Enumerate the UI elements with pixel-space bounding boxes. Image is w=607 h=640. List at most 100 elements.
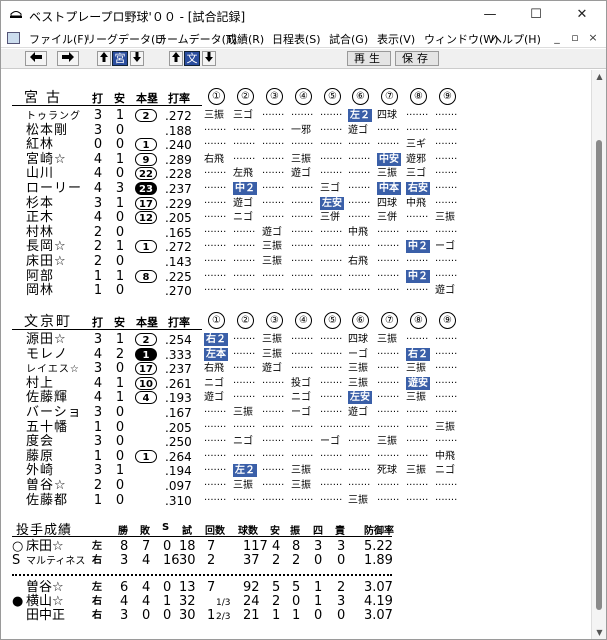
batter-ab: 3 bbox=[93, 108, 103, 123]
batter-row[interactable]: 五十幡 1 0 .205 ······· ······· ······· ······· ···… bbox=[2, 419, 591, 435]
dots-filler: ······· bbox=[204, 226, 227, 238]
inning-4-result: 投ゴ bbox=[291, 377, 311, 389]
dots-filler: ······· bbox=[320, 392, 343, 404]
batter-row[interactable]: 山川 4 0 22 .228 ······· 左飛 ······· 遊ゴ ······· ·····… bbox=[2, 166, 591, 182]
menu-schedule[interactable]: 日程表(S) bbox=[272, 31, 321, 47]
dots-filler: ······· bbox=[406, 256, 429, 267]
batter-hr-badge: 8 bbox=[135, 269, 157, 283]
pitcher-w: 6 bbox=[120, 580, 129, 595]
pitcher-row[interactable]: ● 横山☆ 右 4 4 1 32 24 2 0 1 3 4.19 1/3 bbox=[2, 595, 591, 609]
dots-filler: ······· bbox=[291, 197, 314, 209]
dots-filler: ······· bbox=[348, 465, 371, 477]
divider-dotted bbox=[12, 574, 392, 576]
batter-row[interactable]: レイエス☆ 3 0 17.237 右飛 ······· 遊ゴ ······· ······· 三振… bbox=[2, 362, 591, 377]
menu-help[interactable]: ヘルプ(H) bbox=[491, 31, 541, 47]
batter-row[interactable]: 村林 2 0 .165 ······· ······· 遊ゴ ······· ······· 中飛… bbox=[2, 225, 591, 240]
dots-filler: ······· bbox=[320, 270, 343, 282]
mdi-minimize-button[interactable]: _ bbox=[549, 30, 565, 46]
batter-name: 五十幡 bbox=[26, 419, 69, 435]
batter-name: 阿部 bbox=[26, 268, 55, 284]
menu-league-data[interactable]: リーグデータ(L) bbox=[85, 31, 166, 47]
pitcher-l: 4 bbox=[142, 553, 151, 568]
mdi-close-button[interactable]: × bbox=[585, 30, 601, 46]
replay-button[interactable]: 再生 bbox=[347, 51, 391, 66]
scroll-down-icon[interactable]: ▼ bbox=[595, 628, 604, 637]
batter-row[interactable]: 源田☆ 3 1 2.254 右２ ······· 三振 ······· ······· 四球 三振 ·… bbox=[2, 333, 591, 348]
batter-row[interactable]: 床田☆ 2 0 .143 ······· ······· 三振 ······· ······· 右… bbox=[2, 255, 591, 270]
inning-6-result: 四球 bbox=[348, 334, 368, 345]
batter-row[interactable]: ローリー 4 3 23 .237 ······· 中２ ······· ······· 三ゴ ···… bbox=[2, 182, 591, 197]
menu-team-data[interactable]: チームデータ(T) bbox=[156, 31, 237, 47]
batter-row[interactable]: 松本剛 3 0 .188 ······· ······· ······· 一邪 ······· 遊… bbox=[2, 123, 591, 138]
inning-7-result: 三併 bbox=[377, 212, 397, 224]
menu-window[interactable]: ウィンドウ(W) bbox=[424, 31, 498, 47]
batter-row[interactable]: 村上 4 1 10 .261 ニゴ ······· ······· 投ゴ ······· 三振 ···… bbox=[2, 376, 591, 391]
batter-row[interactable]: 長岡☆ 2 1 1.272 ······· ······· 三振 ······· ·······… bbox=[2, 240, 591, 255]
menu-file[interactable]: ファイル(F) bbox=[29, 31, 88, 47]
inning-4-result: ーゴ bbox=[291, 407, 311, 418]
dots-filler: ······· bbox=[348, 285, 371, 297]
batter-row[interactable]: 佐藤都 1 0 .310 ······· ······· ······· ······· ···… bbox=[2, 492, 591, 508]
batter-row[interactable]: 度会 3 0 .250 ······· ニゴ ······· ······· ーゴ ·······… bbox=[2, 435, 591, 450]
batter-row[interactable]: 藤原 1 0 1 .264 ······· ······· ······· ······· ···… bbox=[2, 449, 591, 464]
divider bbox=[12, 329, 202, 330]
close-button[interactable]: ✕ bbox=[559, 1, 605, 29]
maximize-button[interactable]: ☐ bbox=[513, 1, 559, 29]
scroll-thumb[interactable] bbox=[596, 140, 602, 610]
team1-up-button[interactable] bbox=[97, 51, 111, 66]
mdi-restore-button[interactable]: ▫ bbox=[567, 30, 583, 46]
pitcher-g: 18 bbox=[179, 539, 196, 554]
batter-name: バーショ bbox=[26, 405, 82, 420]
right-arrow-icon bbox=[62, 52, 74, 62]
inning-8-result: 中２ bbox=[406, 269, 430, 283]
prev-game-button[interactable] bbox=[25, 51, 47, 66]
menu-game[interactable]: 試合(G) bbox=[329, 31, 368, 47]
team2-toggle[interactable]: 文 bbox=[184, 51, 200, 66]
inning-9-header: ⑨ bbox=[439, 312, 456, 329]
dots-filler: ······· bbox=[377, 450, 400, 462]
pitcher-row[interactable]: S マルティネス右 3 4 16 30 2 37 2 2 0 0 1.89 bbox=[2, 554, 591, 568]
batter-ab: 4 bbox=[93, 390, 103, 406]
batter-row[interactable]: 紅林 0 0 1.240 ······· ······· ······· ······· ···… bbox=[2, 138, 591, 153]
batter-row[interactable]: 外崎 3 1 .194 ······· 左２ ······· 三振 ······· ·······… bbox=[2, 464, 591, 479]
inning-7-header: ⑦ bbox=[381, 312, 398, 329]
batter-row[interactable]: 曽谷☆ 2 0 .097 ······· 三振 ······· 三振 ······· ······… bbox=[2, 479, 591, 494]
batter-row[interactable]: バーショ 3 0 .167 ······· 三振 ······· ーゴ ······· 遊ゴ ···… bbox=[2, 405, 591, 421]
team1-toggle[interactable]: 宮 bbox=[112, 51, 128, 66]
team2-up-button[interactable] bbox=[169, 51, 183, 66]
pitcher-row[interactable]: ○ 床田☆ 左 8 7 0 18 7 117 4 8 3 3 5.22 bbox=[2, 540, 591, 554]
scroll-up-icon[interactable]: ▲ bbox=[595, 72, 604, 81]
menu-view[interactable]: 表示(V) bbox=[377, 31, 415, 47]
batter-row[interactable]: 岡林 1 0 .270 ······· ······· ······· ······· ····… bbox=[2, 284, 591, 299]
next-game-button[interactable] bbox=[57, 51, 79, 66]
title-bar[interactable]: ベストプレープロ野球'００ - [試合記録] — ☐ ✕ bbox=[1, 1, 606, 29]
vertical-scrollbar[interactable]: ▲ ▼ bbox=[591, 70, 606, 639]
pitch-col-header-1: 敗 bbox=[140, 526, 150, 537]
batter-row[interactable]: 阿部 1 1 8.225 ······· ······· ······· ······· ···… bbox=[2, 268, 591, 284]
batter-row[interactable]: トゥラング 3 1 2 .272 三振 三ゴ ······· ······· ······· 左２ 四… bbox=[2, 108, 591, 124]
team2-down-button[interactable] bbox=[202, 51, 216, 66]
document-icon[interactable] bbox=[7, 32, 20, 44]
batter-row[interactable]: 佐藤輝 4 1 4 .193 遊ゴ ······· ······· ニゴ ······· 左安 ···… bbox=[2, 390, 591, 406]
save-button[interactable]: 保存 bbox=[395, 51, 439, 66]
batter-row[interactable]: 正木 4 0 12 .205 ······· ニゴ ······· ······· 三併 ·····… bbox=[2, 211, 591, 226]
batter-row[interactable]: モレノ 4 2 1 .333 左本 ······· 三振 ······· ······· ーゴ ···… bbox=[2, 347, 591, 362]
batter-row[interactable]: 宮崎☆ 4 1 9 .289 右飛 ······· ······· 三振 ······· ·····… bbox=[2, 152, 591, 167]
batter-h: 0 bbox=[115, 166, 125, 182]
inning-4-result: 三振 bbox=[291, 465, 311, 477]
pitcher-row[interactable]: 田中正右 3 0 0 30 1 21 1 1 0 0 3.07 2/3 bbox=[2, 609, 591, 623]
team1-down-button[interactable] bbox=[130, 51, 144, 66]
minimize-button[interactable]: — bbox=[467, 1, 513, 29]
dots-filler: ······· bbox=[406, 436, 429, 448]
dots-filler: ······· bbox=[262, 110, 285, 121]
inning-2-result: 左２ bbox=[233, 464, 257, 478]
batter-name: 佐藤都 bbox=[26, 492, 69, 508]
pitcher-row[interactable]: 曽谷☆ 左 6 4 0 13 7 92 5 5 1 2 3.07 bbox=[2, 581, 591, 595]
menu-records[interactable]: 成績(R) bbox=[226, 31, 264, 47]
batter-row[interactable]: 杉本 3 1 17 .229 ······· 遊ゴ ······· ······· 左安 ·····… bbox=[2, 196, 591, 211]
inning-6-result: 三振 bbox=[348, 377, 368, 389]
dots-filler: ······· bbox=[262, 197, 285, 209]
left-arrow-icon bbox=[30, 52, 42, 62]
dots-filler: ······· bbox=[320, 421, 343, 433]
dots-filler: ······· bbox=[262, 421, 285, 433]
